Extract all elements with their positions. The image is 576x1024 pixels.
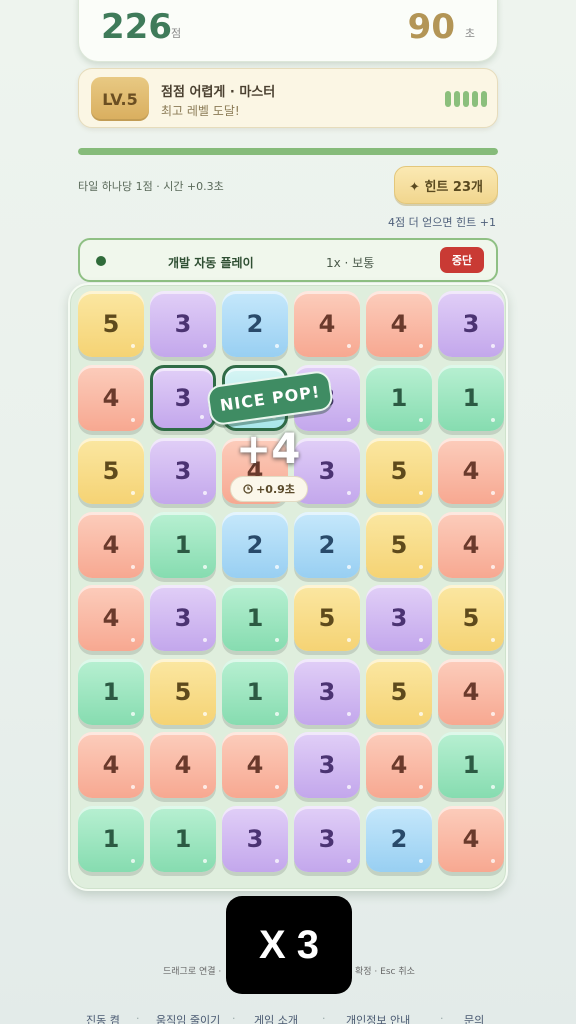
hint-progress-text: 4점 더 얻으면 힌트 +1 — [387, 216, 496, 229]
autoplay-status-dot — [96, 256, 106, 266]
tile-r8-c1[interactable]: 1 — [78, 805, 144, 872]
level-progress-bar — [78, 148, 498, 155]
footer-separator: · — [440, 1012, 444, 1024]
level-badge: LV.5 — [91, 77, 149, 121]
tile-r2-c6[interactable]: 1 — [438, 364, 504, 431]
score-card: 226 점 90 초 — [78, 0, 498, 62]
footer-separator: · — [136, 1012, 140, 1024]
footer-links: 진동 켬 움직임 줄이기 게임 소개 개인정보 안내 문의 · · · · — [0, 1012, 576, 1024]
tile-r3-c2[interactable]: 3 — [150, 438, 216, 504]
tile-r7-c2[interactable]: 4 — [150, 732, 216, 798]
tile-r8-c6[interactable]: 4 — [438, 805, 504, 872]
tile-r6-c1[interactable]: 1 — [78, 658, 144, 725]
tile-r1-c6[interactable]: 3 — [438, 291, 504, 357]
tile-r7-c4[interactable]: 3 — [294, 732, 360, 798]
tile-r7-c3[interactable]: 4 — [222, 732, 288, 798]
footer-link[interactable]: 진동 켬 — [86, 1012, 120, 1024]
level-pip — [463, 91, 469, 107]
tile-r6-c5[interactable]: 5 — [366, 658, 432, 725]
level-title: 점점 어렵게 · 마스터 — [161, 85, 276, 100]
footer-link[interactable]: 문의 — [464, 1012, 484, 1024]
tile-r4-c4[interactable]: 2 — [294, 511, 360, 578]
level-pip — [472, 91, 478, 107]
tile-r6-c3[interactable]: 1 — [222, 658, 288, 725]
multiplier-overlay: X 3 — [226, 896, 352, 994]
tile-r1-c2[interactable]: 3 — [150, 291, 216, 357]
clock-icon — [243, 484, 253, 494]
tile-r6-c6[interactable]: 4 — [438, 658, 504, 725]
tile-r3-c1[interactable]: 5 — [78, 438, 144, 504]
level-progress-pips — [445, 91, 487, 107]
tile-r8-c3[interactable]: 3 — [222, 805, 288, 872]
tile-r5-c5[interactable]: 3 — [366, 585, 432, 651]
score-value: 226 — [101, 7, 172, 47]
tile-r6-c2[interactable]: 5 — [150, 658, 216, 725]
autoplay-bar: 개발 자동 플레이 1x · 보통 중단 — [78, 238, 498, 282]
tile-r5-c1[interactable]: 4 — [78, 585, 144, 651]
tile-r7-c1[interactable]: 4 — [78, 732, 144, 798]
tile-r3-c6[interactable]: 4 — [438, 438, 504, 504]
tile-r8-c4[interactable]: 3 — [294, 805, 360, 872]
time-bonus-badge: +0.9초 — [230, 476, 308, 502]
scoring-rule: 타일 하나당 1점 · 시간 +0.3초 — [78, 180, 224, 193]
level-pip — [454, 91, 460, 107]
tile-r4-c1[interactable]: 4 — [78, 511, 144, 578]
autoplay-title: 개발 자동 플레이 — [168, 256, 254, 270]
tile-r1-c4[interactable]: 4 — [294, 291, 360, 357]
autoplay-stop-button[interactable]: 중단 — [440, 247, 484, 273]
tile-r4-c2[interactable]: 1 — [150, 511, 216, 578]
tile-r5-c3[interactable]: 1 — [222, 585, 288, 651]
game-page: 226 점 90 초 LV.5 점점 어렵게 · 마스터 최고 레벨 도달! 타… — [0, 0, 576, 1024]
autoplay-speed[interactable]: 1x · 보통 — [326, 254, 374, 271]
tile-r7-c6[interactable]: 1 — [438, 732, 504, 798]
tile-r8-c5[interactable]: 2 — [366, 805, 432, 872]
time-unit: 초 — [464, 27, 475, 40]
help-text-right: 확정 · Esc 취소 — [355, 967, 415, 977]
hint-button[interactable]: ✦ 힌트 23개 — [394, 166, 498, 204]
level-subtitle: 최고 레벨 도달! — [161, 104, 240, 118]
tile-r1-c5[interactable]: 4 — [366, 291, 432, 357]
tile-r8-c2[interactable]: 1 — [150, 805, 216, 872]
tile-r2-c5[interactable]: 1 — [366, 364, 432, 431]
level-progress-fill — [78, 148, 498, 155]
tile-r4-c6[interactable]: 4 — [438, 511, 504, 578]
tile-r7-c5[interactable]: 4 — [366, 732, 432, 798]
footer-separator: · — [232, 1012, 236, 1024]
help-text-left: 드래그로 연결 · — [163, 967, 222, 977]
tile-r6-c4[interactable]: 3 — [294, 658, 360, 725]
tile-r2-c2[interactable]: 3 — [150, 364, 216, 431]
tile-r1-c1[interactable]: 5 — [78, 291, 144, 357]
tile-r4-c5[interactable]: 5 — [366, 511, 432, 578]
footer-link[interactable]: 움직임 줄이기 — [156, 1012, 220, 1024]
tile-r2-c1[interactable]: 4 — [78, 364, 144, 431]
level-card: LV.5 점점 어렵게 · 마스터 최고 레벨 도달! — [78, 68, 498, 128]
tile-r5-c4[interactable]: 5 — [294, 585, 360, 651]
tile-r5-c2[interactable]: 3 — [150, 585, 216, 651]
tile-r4-c3[interactable]: 2 — [222, 511, 288, 578]
level-pip — [445, 91, 451, 107]
footer-link[interactable]: 게임 소개 — [254, 1012, 298, 1024]
footer-separator: · — [322, 1012, 326, 1024]
score-unit: 점 — [171, 27, 182, 40]
time-bonus-text: +0.9초 — [256, 483, 295, 496]
tile-r1-c3[interactable]: 2 — [222, 291, 288, 357]
footer-link[interactable]: 개인정보 안내 — [346, 1012, 410, 1024]
points-gained: +4 — [236, 424, 301, 473]
level-pip — [481, 91, 487, 107]
time-remaining: 90 — [407, 7, 455, 47]
tile-r3-c5[interactable]: 5 — [366, 438, 432, 504]
tile-r5-c6[interactable]: 5 — [438, 585, 504, 651]
